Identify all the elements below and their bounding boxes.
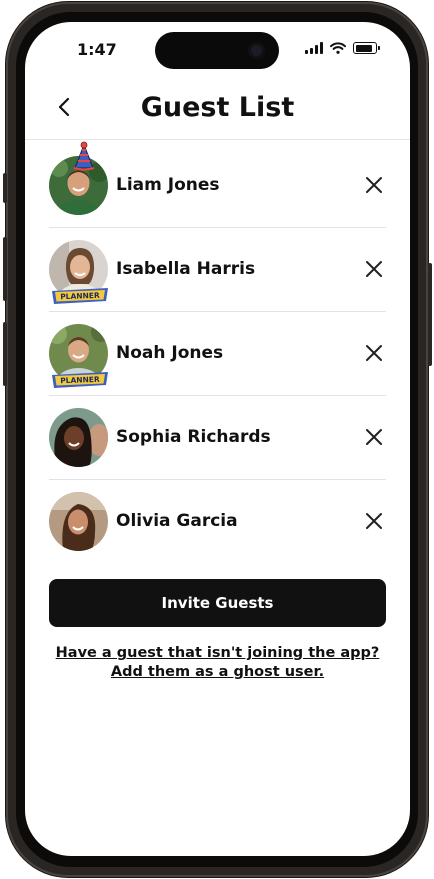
remove-x-icon[interactable] xyxy=(362,509,386,533)
badge-label: PLANNER xyxy=(60,291,100,301)
status-icons xyxy=(305,42,380,54)
remove-x-icon[interactable] xyxy=(362,257,386,281)
add-ghost-user-link[interactable]: Have a guest that isn't joining the app?… xyxy=(49,644,386,682)
guest-row: Liam Jones xyxy=(49,141,386,228)
guest-row: Olivia Garcia xyxy=(49,480,386,563)
guest-row: Sophia Richards xyxy=(49,396,386,480)
page-title: Guest List xyxy=(140,92,295,123)
guest-list: Liam Jones PLANNER Isabella Harris PLANN… xyxy=(49,141,386,563)
party-hat-icon xyxy=(73,141,95,171)
guest-row: PLANNER Noah Jones xyxy=(49,312,386,396)
planner-badge: PLANNER xyxy=(52,288,108,304)
guest-name: Noah Jones xyxy=(116,343,224,363)
avatar xyxy=(49,492,108,551)
battery-icon xyxy=(353,42,380,54)
signal-icon xyxy=(305,42,323,54)
guest-name: Liam Jones xyxy=(116,175,220,195)
header-divider xyxy=(25,139,410,140)
camera-icon xyxy=(248,42,265,59)
volume-up-button xyxy=(3,237,7,301)
planner-badge: PLANNER xyxy=(52,372,108,388)
status-time: 1:47 xyxy=(77,40,117,59)
action-button xyxy=(3,173,7,203)
guest-row: PLANNER Isabella Harris xyxy=(49,228,386,312)
remove-x-icon[interactable] xyxy=(362,173,386,197)
remove-x-icon[interactable] xyxy=(362,425,386,449)
wifi-icon xyxy=(330,42,346,54)
invite-guests-button[interactable]: Invite Guests xyxy=(49,579,386,627)
remove-x-icon[interactable] xyxy=(362,341,386,365)
avatar xyxy=(49,408,108,467)
volume-down-button xyxy=(3,322,7,386)
badge-label: PLANNER xyxy=(60,375,100,385)
dynamic-island xyxy=(155,32,279,69)
screen: 1:47 Guest List Liam Jones PLANNER Isabe… xyxy=(25,22,410,856)
power-button xyxy=(428,263,432,366)
guest-name: Olivia Garcia xyxy=(116,511,238,531)
guest-name: Sophia Richards xyxy=(116,427,271,447)
guest-name: Isabella Harris xyxy=(116,259,256,279)
